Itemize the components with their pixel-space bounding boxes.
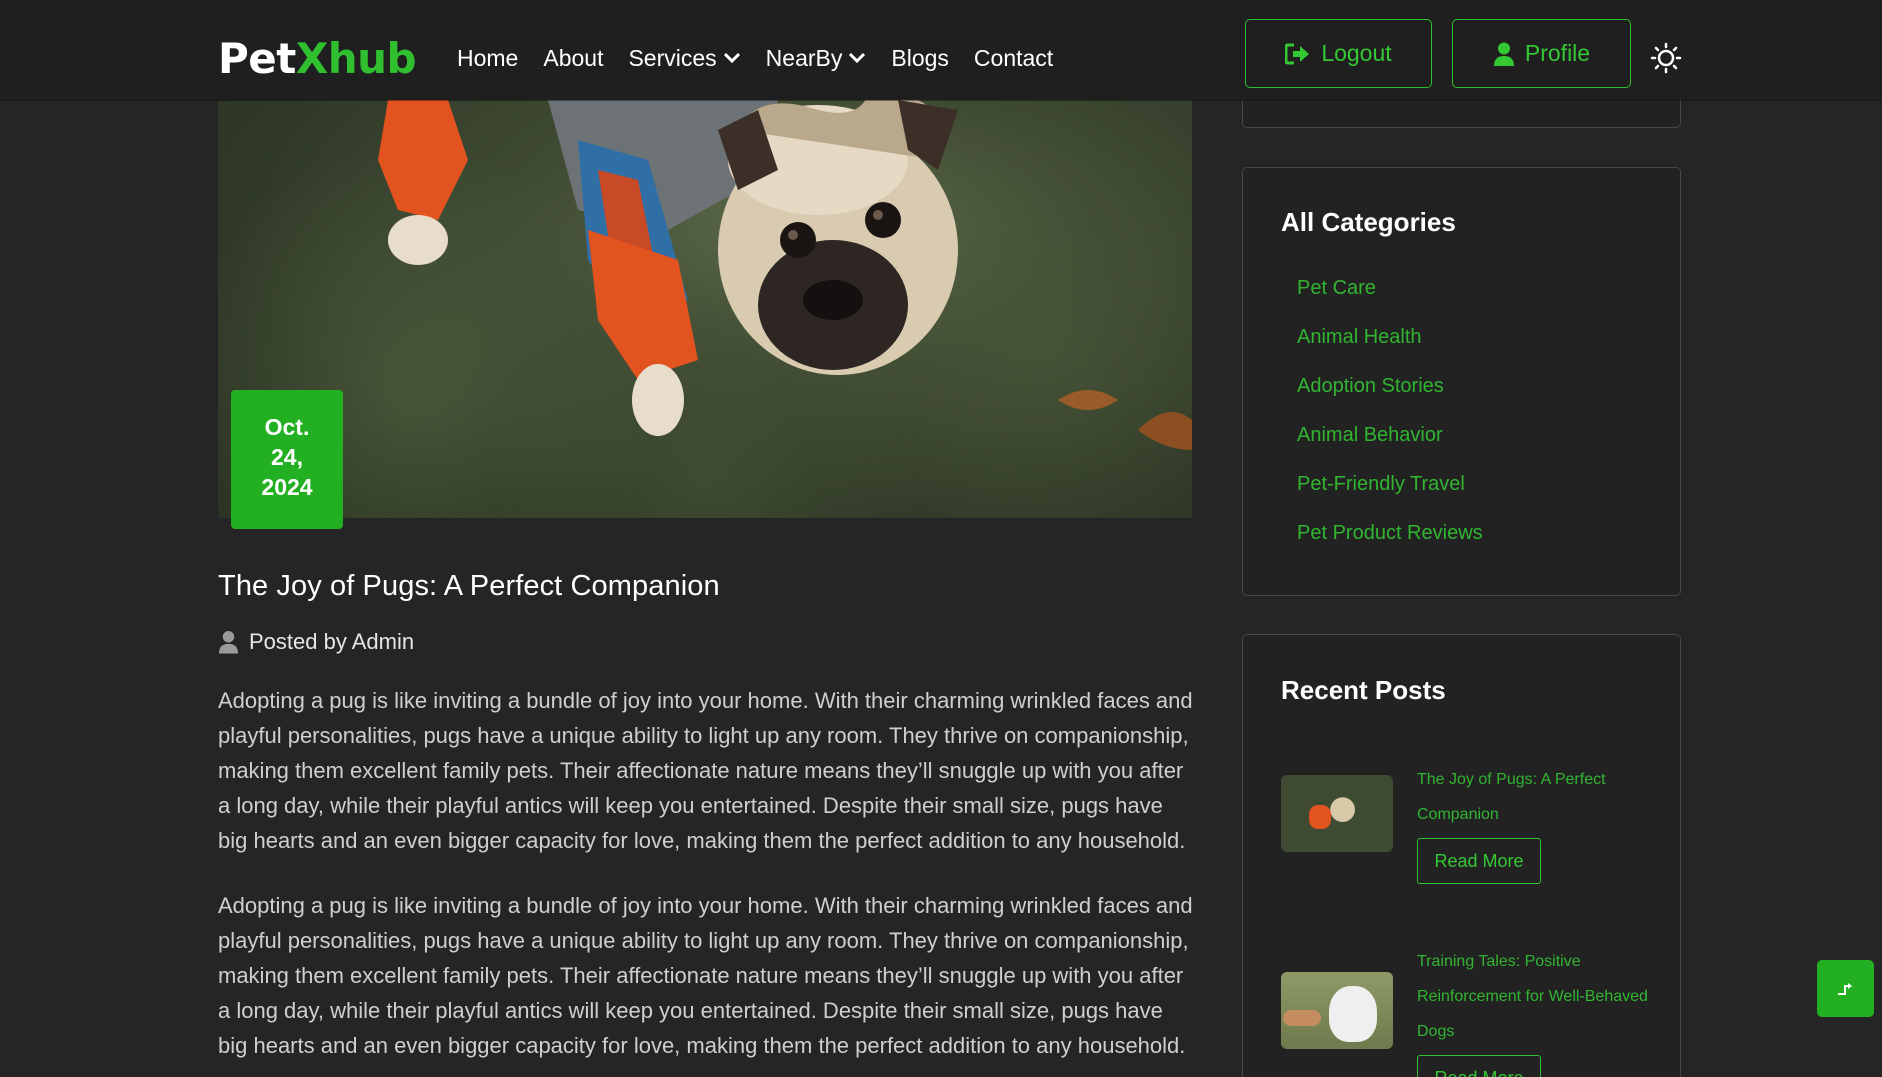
recent-posts-title: Recent Posts bbox=[1281, 675, 1446, 705]
post-paragraph: Adopting a pug is like inviting a bundle… bbox=[218, 688, 1193, 853]
logout-icon bbox=[1285, 43, 1310, 64]
user-icon bbox=[218, 631, 239, 654]
brand-logo-part1: Pet bbox=[218, 34, 296, 83]
nav-home-label: Home bbox=[457, 45, 519, 71]
pug-photo bbox=[378, 100, 1192, 450]
nav-contact-label: Contact bbox=[973, 45, 1054, 71]
categories-list: Pet Care Animal Health Adoption Stories … bbox=[1297, 274, 1483, 568]
logout-label: Logout bbox=[1321, 40, 1392, 66]
category-link-pet-product-reviews[interactable]: Pet Product Reviews bbox=[1297, 519, 1483, 568]
recent-post-title[interactable]: Training Tales: Positive Reinforcement f… bbox=[1417, 944, 1657, 1049]
post-paragraph: Adopting a pug is like inviting a bundle… bbox=[218, 893, 1193, 1058]
read-more-button[interactable]: Read More bbox=[1417, 1055, 1541, 1077]
brand-logo-part2: Xhub bbox=[295, 34, 417, 83]
nav-blogs-label: Blogs bbox=[891, 45, 949, 71]
recent-posts-card: Recent Posts The Joy of Pugs: A Perfect … bbox=[1242, 634, 1681, 1077]
theme-toggle[interactable] bbox=[1650, 42, 1682, 74]
recent-post-title[interactable]: The Joy of Pugs: A Perfect Companion bbox=[1417, 762, 1657, 832]
chevron-down-icon bbox=[723, 52, 740, 64]
nav-contact[interactable]: Contact bbox=[974, 40, 1053, 76]
scroll-top-button[interactable] bbox=[1817, 960, 1874, 1017]
brand-logo[interactable]: PetXhub bbox=[218, 34, 417, 84]
recent-post-thumbnail[interactable] bbox=[1281, 775, 1393, 852]
nav-blogs[interactable]: Blogs bbox=[891, 40, 949, 76]
scroll-top-icon bbox=[1837, 982, 1852, 995]
post-date-day: 24, bbox=[271, 444, 303, 470]
nav-home[interactable]: Home bbox=[457, 40, 518, 76]
post-author-label: Posted by Admin bbox=[249, 629, 415, 654]
category-link-adoption-stories[interactable]: Adoption Stories bbox=[1297, 372, 1483, 421]
category-link-pet-friendly-travel[interactable]: Pet-Friendly Travel bbox=[1297, 470, 1483, 519]
category-link-animal-health[interactable]: Animal Health bbox=[1297, 323, 1483, 372]
post-hero-image bbox=[218, 100, 1192, 518]
profile-button[interactable]: Profile bbox=[1452, 19, 1631, 88]
nav-about[interactable]: About bbox=[543, 40, 603, 76]
main-nav: Home About Services NearBy Blogs Contact bbox=[457, 40, 1078, 76]
nav-nearby[interactable]: NearBy bbox=[766, 40, 867, 76]
post-author: Posted by Admin bbox=[218, 626, 414, 658]
user-icon bbox=[1493, 42, 1514, 66]
logout-button[interactable]: Logout bbox=[1245, 19, 1432, 88]
recent-post-thumbnail[interactable] bbox=[1281, 972, 1393, 1049]
post-title: The Joy of Pugs: A Perfect Companion bbox=[218, 570, 720, 602]
chevron-down-icon bbox=[849, 52, 866, 64]
sun-icon bbox=[1650, 42, 1682, 74]
post-date-month: Oct. bbox=[264, 414, 310, 440]
category-link-pet-care[interactable]: Pet Care bbox=[1297, 274, 1483, 323]
categories-title: All Categories bbox=[1281, 207, 1456, 237]
categories-card: All Categories Pet Care Animal Health Ad… bbox=[1242, 167, 1681, 596]
nav-nearby-label: NearBy bbox=[765, 45, 843, 71]
nav-about-label: About bbox=[543, 45, 604, 71]
read-more-button[interactable]: Read More bbox=[1417, 838, 1541, 884]
nav-services-label: Services bbox=[628, 45, 717, 71]
post-date-badge: Oct. 24, 2024 bbox=[231, 390, 343, 529]
post-date-year: 2024 bbox=[261, 474, 313, 500]
navbar: PetXhub Home About Services NearBy Blogs… bbox=[0, 0, 1882, 100]
profile-label: Profile bbox=[1524, 40, 1591, 66]
category-link-animal-behavior[interactable]: Animal Behavior bbox=[1297, 421, 1483, 470]
nav-services[interactable]: Services bbox=[628, 40, 740, 76]
